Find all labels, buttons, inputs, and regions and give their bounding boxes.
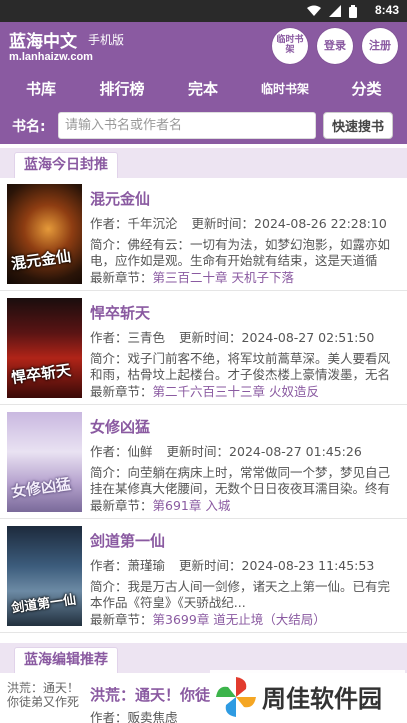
site-header: 蓝海中文 手机版 m.lanhaizw.com 临时书架 登录 注册 (0, 22, 407, 70)
latest-label: 最新章节： (90, 612, 153, 627)
book-item[interactable]: 剑道第一仙 剑道第一仙 作者：萧瑾瑜 更新时间：2024-08-23 11:45:… (0, 520, 407, 633)
book-meta: 作者：千年沉沦 更新时间：2024-08-26 22:28:10 (90, 213, 400, 232)
latest-label: 最新章节： (90, 498, 153, 513)
book-author: 萧瑾瑜 (127, 558, 166, 573)
bookshelf-button[interactable]: 临时书架 (272, 28, 308, 64)
wifi-icon (307, 5, 321, 16)
latest-chapter-link[interactable]: 第691章 入城 (153, 498, 231, 513)
latest-chapter-link[interactable]: 第3699章 道无止境（大结局） (153, 612, 326, 627)
site-subtitle: 手机版 (88, 33, 125, 47)
book-latest: 最新章节：第691章 入城 (90, 495, 400, 514)
author-label: 作者： (90, 558, 128, 573)
cover-title-text: 悍卒斩天 (10, 360, 73, 388)
search-label: 书名: (12, 119, 46, 135)
main-nav: 书库 排行榜 完本 临时书架 分类 (0, 70, 407, 106)
nav-library[interactable]: 书库 (0, 70, 82, 106)
updated-label: 更新时间： (179, 558, 242, 573)
nav-ranking[interactable]: 排行榜 (82, 70, 162, 106)
book-cover-broken-image[interactable]: 洪荒：通天！你徒弟又作死 (7, 681, 82, 723)
nav-completed[interactable]: 完本 (162, 70, 244, 106)
book-author: 仙鲜 (127, 444, 153, 459)
pinwheel-logo-icon (216, 676, 256, 717)
author-label: 作者： (90, 444, 128, 459)
nav-categories[interactable]: 分类 (326, 70, 407, 106)
section-title-recommend: 蓝海今日封推 (14, 152, 118, 178)
latest-label: 最新章节： (90, 270, 153, 285)
site-url: m.lanhaizw.com (9, 51, 93, 63)
author-label: 作者： (90, 216, 128, 231)
updated-label: 更新时间： (179, 330, 242, 345)
book-updated: 2024-08-27 01:45:26 (229, 444, 362, 459)
book-title[interactable]: 悍卒斩天 (90, 302, 150, 323)
author-label: 作者： (90, 330, 128, 345)
book-meta: 作者：萧瑾瑜 更新时间：2024-08-23 11:45:53 (90, 555, 400, 574)
nav-temp-shelf[interactable]: 临时书架 (244, 70, 326, 106)
watermark-text: 周佳软件园 (262, 685, 382, 713)
book-cover[interactable]: 女修凶猛 (7, 412, 82, 512)
status-bar: 8:43 (0, 0, 407, 22)
book-latest: 最新章节：第二千六百三十三章 火奴造反 (90, 381, 400, 400)
book-updated: 2024-08-26 22:28:10 (254, 216, 387, 231)
book-author: 三青色 (127, 330, 166, 345)
book-author: 千年沉沦 (127, 216, 178, 231)
book-cover[interactable]: 混元金仙 (7, 184, 82, 284)
book-meta: 作者：仙鲜 更新时间：2024-08-27 01:45:26 (90, 441, 400, 460)
book-item[interactable]: 悍卒斩天 悍卒斩天 作者：三青色 更新时间：2024-08-27 02:51:50… (0, 292, 407, 405)
search-input[interactable]: 请输入书名或作者名 (58, 112, 316, 139)
search-bar: 书名: 请输入书名或作者名 快速搜书 (0, 106, 407, 144)
cover-title-text: 女修凶猛 (10, 474, 73, 502)
updated-label: 更新时间： (166, 444, 230, 459)
signal-icon (329, 5, 341, 17)
latest-label: 最新章节： (90, 384, 153, 399)
site-name[interactable]: 蓝海中文 (9, 27, 77, 52)
battery-icon (349, 4, 357, 18)
book-title[interactable]: 女修凶猛 (90, 416, 150, 437)
book-author: 作者：贩卖焦虑 (90, 710, 178, 723)
book-title[interactable]: 混元金仙 (90, 188, 150, 209)
quick-search-button[interactable]: 快速搜书 (323, 112, 393, 139)
book-title[interactable]: 洪荒：通天！你徒 (90, 684, 210, 705)
book-latest: 最新章节：第3699章 道无止境（大结局） (90, 609, 400, 628)
book-cover[interactable]: 悍卒斩天 (7, 298, 82, 398)
book-item[interactable]: 女修凶猛 女修凶猛 作者：仙鲜 更新时间：2024-08-27 01:45:26 … (0, 406, 407, 519)
cover-title-text: 混元金仙 (10, 246, 73, 274)
login-button[interactable]: 登录 (317, 28, 353, 64)
book-updated: 2024-08-27 02:51:50 (241, 330, 375, 345)
register-button[interactable]: 注册 (362, 28, 398, 64)
updated-label: 更新时间： (191, 216, 255, 231)
watermark: 周佳软件园 (210, 670, 405, 723)
book-cover[interactable]: 剑道第一仙 (7, 526, 82, 626)
section-header-recommend: 蓝海今日封推 (0, 148, 407, 178)
section-title-editor: 蓝海编辑推荐 (14, 647, 118, 673)
latest-chapter-link[interactable]: 第三百二十章 天机子下落 (153, 270, 294, 285)
book-item[interactable]: 混元金仙 混元金仙 作者：千年沉沦 更新时间：2024-08-26 22:28:1… (0, 178, 407, 291)
book-updated: 2024-08-23 11:45:53 (241, 558, 375, 573)
book-latest: 最新章节：第三百二十章 天机子下落 (90, 267, 400, 286)
cover-title-text: 剑道第一仙 (10, 592, 78, 617)
book-meta: 作者：三青色 更新时间：2024-08-27 02:51:50 (90, 327, 400, 346)
latest-chapter-link[interactable]: 第二千六百三十三章 火奴造反 (153, 384, 319, 399)
status-time: 8:43 (374, 3, 399, 17)
section-header-editor: 蓝海编辑推荐 (0, 643, 407, 673)
book-title[interactable]: 剑道第一仙 (90, 530, 165, 551)
